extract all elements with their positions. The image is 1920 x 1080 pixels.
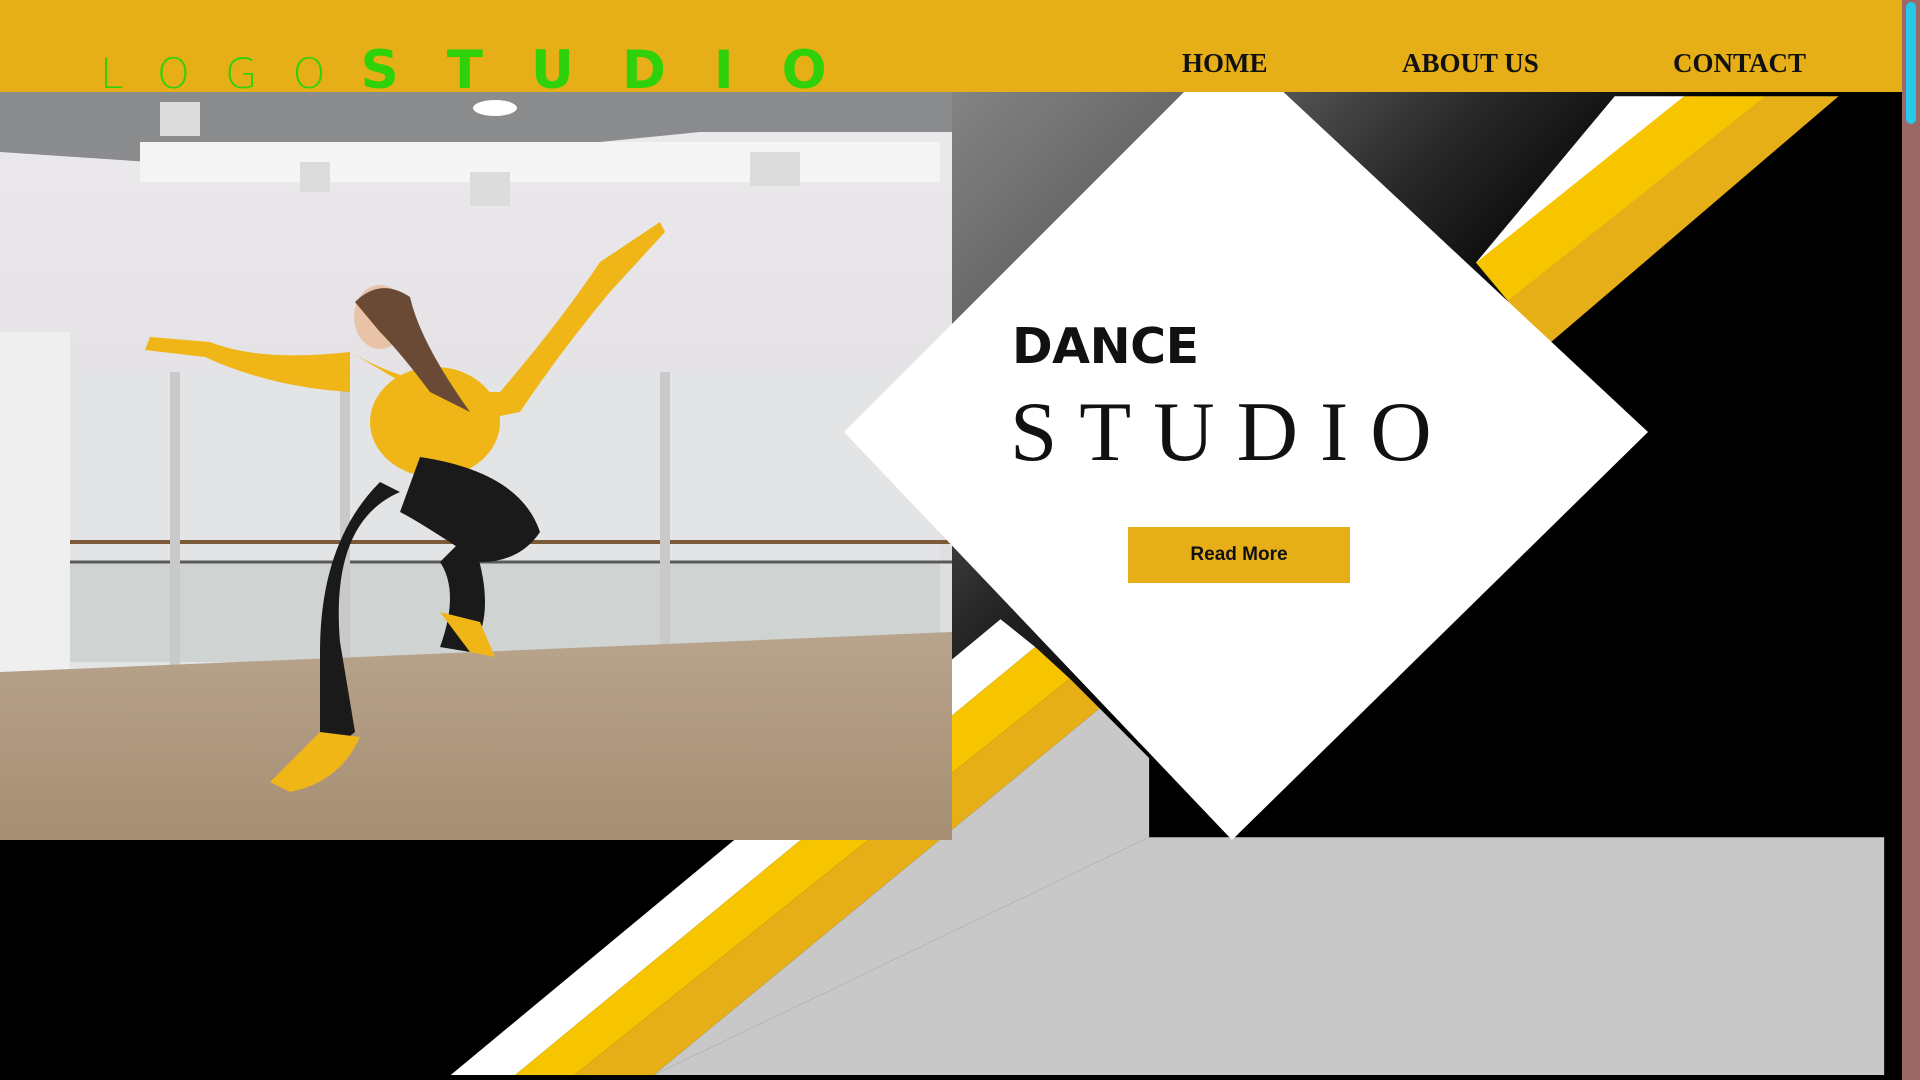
hero-title: DANCE	[1012, 318, 1199, 375]
hero-subtitle: STUDIO	[1010, 385, 1454, 479]
page-scrollbar[interactable]	[1902, 0, 1920, 1080]
logo-light-text: LOGO	[100, 49, 361, 98]
scrollbar-thumb[interactable]	[1906, 2, 1916, 124]
nav-contact-link[interactable]: CONTACT	[1673, 48, 1806, 79]
logo-bold-text: STUDIO	[360, 40, 875, 101]
dancer-photo	[0, 92, 952, 840]
nav-home-link[interactable]: HOME	[1182, 48, 1268, 79]
site-logo[interactable]: LOGOSTUDIO	[100, 44, 875, 97]
read-more-button[interactable]: Read More	[1128, 527, 1350, 583]
lower-black-block	[0, 840, 1902, 1080]
nav-about-link[interactable]: ABOUT US	[1402, 48, 1539, 79]
hero-photo	[0, 92, 952, 840]
site-header: LOGOSTUDIO HOME ABOUT US CONTACT	[0, 0, 1902, 97]
lower-section	[0, 840, 1902, 1080]
